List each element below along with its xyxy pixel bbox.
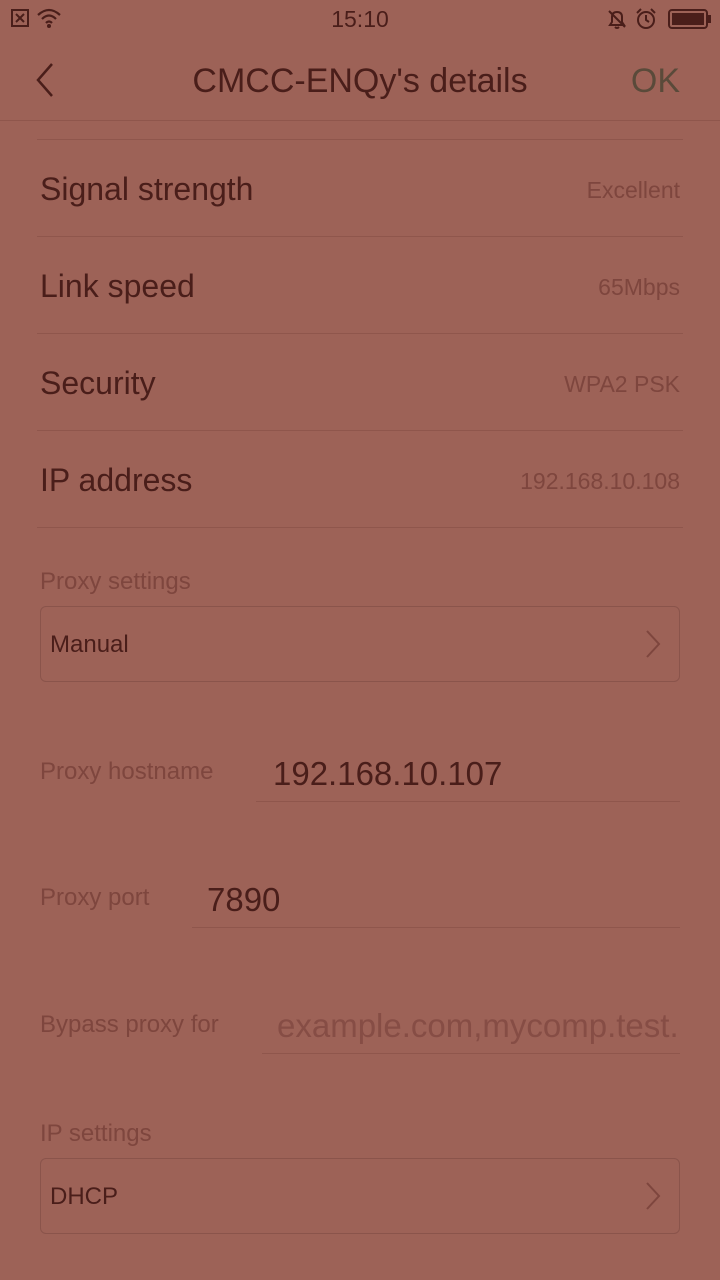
info-row-ip-address: IP address 192.168.10.108 — [40, 432, 680, 528]
chevron-right-icon — [645, 629, 661, 664]
page-title: CMCC-ENQy's details — [192, 62, 528, 100]
row-label: IP address — [40, 462, 193, 498]
battery-icon — [668, 9, 712, 34]
info-row-link-speed: Link speed 65Mbps — [40, 238, 680, 334]
divider — [37, 236, 683, 237]
app-header: CMCC-ENQy's details OK — [0, 40, 720, 121]
row-label: Signal strength — [40, 171, 254, 207]
proxy-hostname-input[interactable] — [256, 746, 680, 802]
row-label: Security — [40, 365, 156, 401]
info-row-signal-strength: Signal strength Excellent — [40, 141, 680, 237]
proxy-settings-select[interactable]: Manual — [40, 606, 680, 682]
proxy-settings-label: Proxy settings — [40, 568, 191, 595]
row-label: Link speed — [40, 268, 195, 304]
status-bar: 15:10 — [0, 0, 720, 40]
proxy-port-input[interactable] — [192, 872, 680, 928]
bypass-proxy-label: Bypass proxy for — [40, 1011, 219, 1038]
divider — [37, 430, 683, 431]
proxy-port-label: Proxy port — [40, 884, 150, 911]
row-value: 65Mbps — [598, 274, 680, 300]
ip-settings-label: IP settings — [40, 1120, 152, 1147]
divider — [37, 139, 683, 140]
ip-settings-select[interactable]: DHCP — [40, 1158, 680, 1234]
row-value: 192.168.10.108 — [520, 468, 680, 494]
row-value: Excellent — [586, 177, 680, 203]
proxy-hostname-label: Proxy hostname — [40, 758, 214, 785]
alarm-icon — [634, 7, 658, 36]
divider — [37, 527, 683, 528]
chevron-right-icon — [645, 1181, 661, 1216]
row-value: WPA2 PSK — [564, 371, 680, 397]
bell-muted-icon — [606, 8, 628, 35]
info-row-security: Security WPA2 PSK — [40, 335, 680, 431]
proxy-settings-value: Manual — [50, 631, 129, 658]
ip-settings-value: DHCP — [50, 1183, 119, 1210]
bypass-proxy-input[interactable] — [262, 998, 680, 1054]
divider — [37, 333, 683, 334]
ok-button[interactable]: OK — [631, 62, 680, 101]
